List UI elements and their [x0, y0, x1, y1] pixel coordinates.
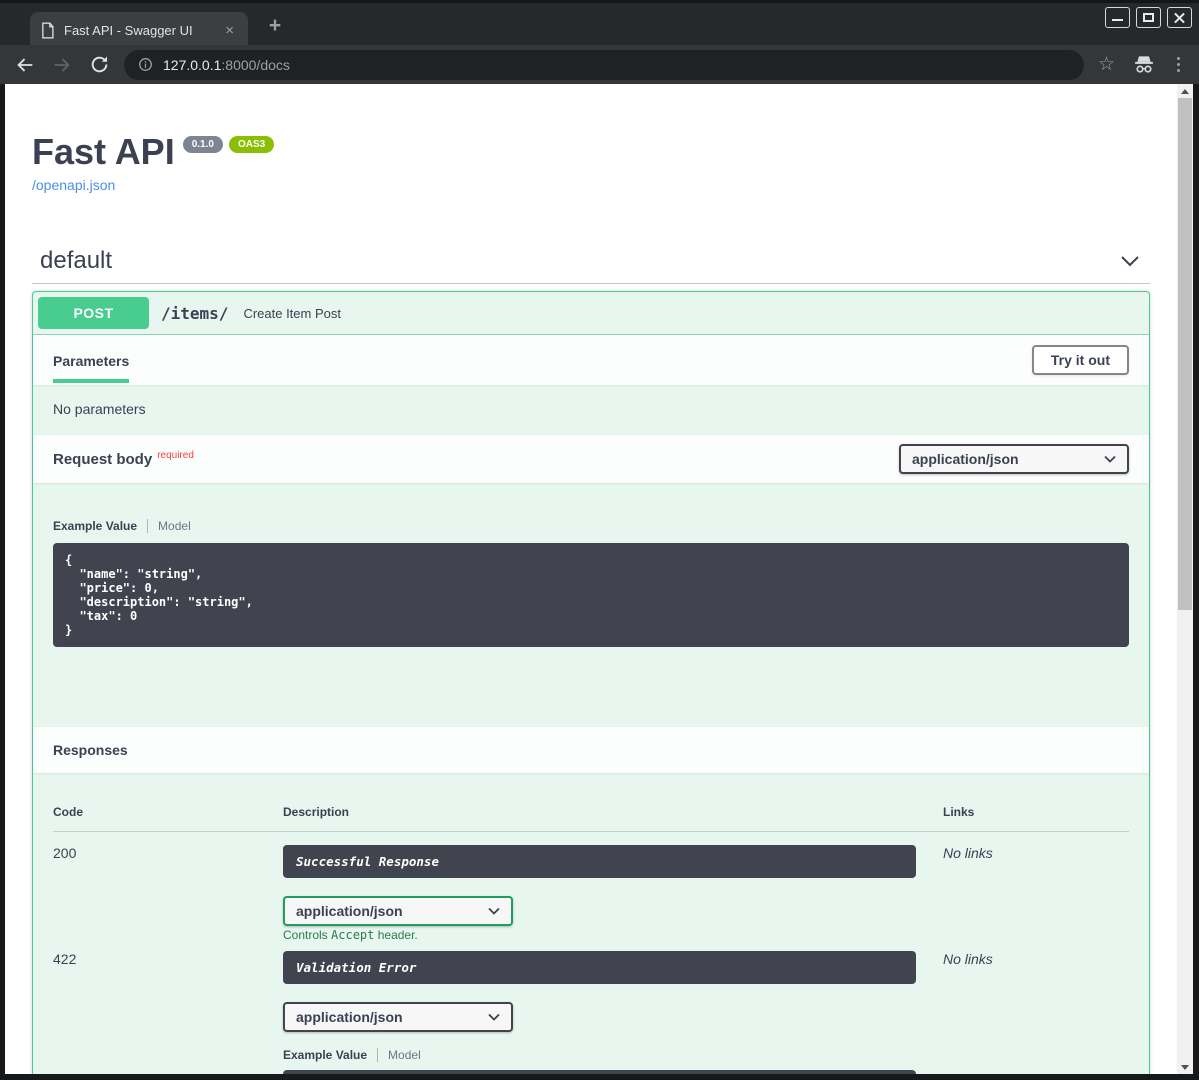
try-it-out-button[interactable]: Try it out — [1032, 345, 1129, 375]
response-row-422: 422 Validation Error application/json Ex… — [53, 942, 1129, 1074]
reload-button[interactable] — [87, 53, 111, 77]
response-422-description-cell: Validation Error application/json Exampl… — [283, 951, 943, 1074]
browser-window: Fast API - Swagger UI × + — [0, 0, 1199, 1080]
tab-close-icon[interactable]: × — [221, 23, 238, 38]
tag-section-header[interactable]: default — [32, 247, 1150, 284]
tab-model[interactable]: Model — [158, 519, 191, 533]
opblock-post-items: POST /items/ Create Item Post Parameters… — [32, 291, 1150, 1074]
page-viewport: Fast API 0.1.0 OAS3 /openapi.json defaul… — [5, 84, 1177, 1074]
incognito-icon — [1133, 55, 1155, 75]
select-chevron-icon — [488, 907, 500, 915]
url-host: 127.0.0.1 — [163, 57, 221, 73]
responses-section-title: Responses — [33, 727, 1149, 773]
controls-accept-note: Controls Accept header. — [283, 928, 943, 942]
scroll-up-icon — [1181, 89, 1189, 94]
response-row-200: 200 Successful Response application/json… — [53, 832, 1129, 942]
required-badge: required — [157, 450, 194, 461]
oas3-badge: OAS3 — [229, 136, 274, 153]
response-200-description-cell: Successful Response application/json Con… — [283, 845, 943, 942]
col-code: Code — [53, 805, 283, 819]
example-model-tabs: Example Value Model — [283, 1048, 943, 1062]
request-body-header: Request bodyrequired application/json — [33, 435, 1149, 483]
swagger-content: Fast API 0.1.0 OAS3 /openapi.json defaul… — [5, 84, 1177, 1074]
no-parameters-text: No parameters — [33, 385, 1149, 435]
minimize-icon — [1112, 19, 1123, 21]
page-scrollbar[interactable] — [1177, 84, 1193, 1074]
api-info: Fast API 0.1.0 OAS3 — [32, 130, 1150, 173]
scroll-up-button[interactable] — [1177, 84, 1193, 98]
tab-example-value[interactable]: Example Value — [283, 1048, 367, 1062]
tab-title: Fast API - Swagger UI — [64, 23, 221, 38]
page-favicon-icon — [40, 22, 55, 39]
responses-table: Code Description Links 200 Successful Re… — [33, 773, 1149, 1074]
response-200-media-type-select[interactable]: application/json — [283, 896, 513, 926]
col-links: Links — [943, 805, 1129, 819]
browser-menu-button[interactable] — [1171, 55, 1186, 74]
operation-path: /items/ — [161, 304, 228, 323]
tab-parameters[interactable]: Parameters — [53, 338, 129, 383]
responses-table-header: Code Description Links — [53, 805, 1129, 832]
close-button[interactable] — [1167, 7, 1192, 28]
request-body-example-section: Example Value Model { "name": "string", … — [33, 483, 1149, 727]
response-200-description: Successful Response — [283, 845, 916, 878]
response-422-media-type-select[interactable]: application/json — [283, 1002, 513, 1032]
window-controls — [1105, 7, 1192, 28]
new-tab-button[interactable]: + — [263, 14, 287, 38]
response-422-example-code — [283, 1070, 916, 1074]
parameters-header: Parameters Try it out — [33, 335, 1149, 385]
response-code: 200 — [53, 845, 283, 942]
api-badges: 0.1.0 OAS3 — [183, 136, 274, 153]
operation-summary-text: Create Item Post — [243, 306, 341, 321]
scroll-down-icon — [1181, 1065, 1189, 1070]
operation-summary[interactable]: POST /items/ Create Item Post — [33, 292, 1149, 335]
url-path: :8000/docs — [221, 57, 290, 73]
back-button[interactable] — [13, 53, 37, 77]
openapi-spec-link[interactable]: /openapi.json — [32, 177, 115, 193]
tab-example-value[interactable]: Example Value — [53, 519, 137, 533]
bookmark-star-icon[interactable]: ☆ — [1098, 55, 1115, 74]
tab-model[interactable]: Model — [388, 1048, 421, 1062]
response-code: 422 — [53, 951, 283, 1074]
forward-button[interactable] — [50, 53, 74, 77]
url-text: 127.0.0.1:8000/docs — [163, 57, 290, 73]
maximize-button[interactable] — [1136, 7, 1161, 28]
example-model-tabs: Example Value Model — [53, 519, 1129, 533]
request-content-type-select[interactable]: application/json — [899, 444, 1129, 474]
select-chevron-icon — [488, 1013, 500, 1021]
page-title: Fast API — [32, 130, 175, 173]
request-example-code: { "name": "string", "price": 0, "descrip… — [53, 543, 1129, 647]
minimize-button[interactable] — [1105, 7, 1130, 28]
request-body-label: Request bodyrequired — [53, 451, 194, 468]
site-info-icon[interactable] — [137, 56, 154, 73]
url-bar[interactable]: 127.0.0.1:8000/docs — [124, 50, 1084, 80]
select-chevron-icon — [1104, 455, 1116, 463]
request-content-type-value: application/json — [912, 451, 1019, 467]
maximize-icon — [1143, 13, 1154, 22]
browser-toolbar: 127.0.0.1:8000/docs ☆ — [0, 45, 1199, 84]
scroll-down-button[interactable] — [1177, 1060, 1193, 1074]
version-badge: 0.1.0 — [183, 136, 223, 153]
response-422-description: Validation Error — [283, 951, 916, 984]
tab-strip: Fast API - Swagger UI × + — [0, 0, 1199, 45]
response-422-links: No links — [943, 951, 1129, 1074]
method-badge: POST — [38, 297, 149, 329]
tag-title: default — [40, 247, 112, 275]
response-200-links: No links — [943, 845, 1129, 942]
col-description: Description — [283, 805, 943, 819]
scrollbar-thumb[interactable] — [1178, 98, 1192, 610]
browser-tab[interactable]: Fast API - Swagger UI × — [30, 12, 248, 48]
chevron-down-icon[interactable] — [1120, 255, 1140, 267]
